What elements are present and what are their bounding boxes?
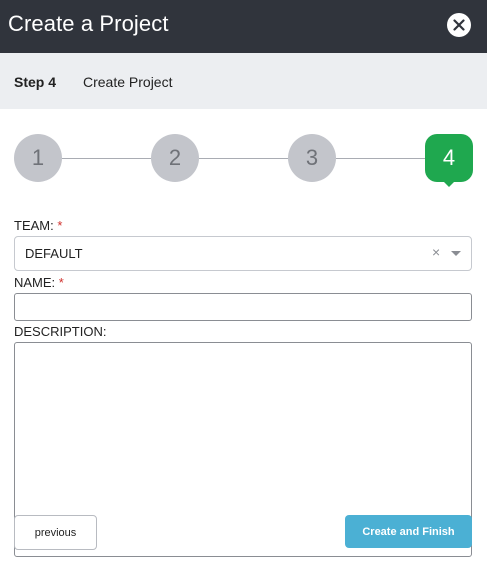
step-connector <box>62 158 151 159</box>
step-2-circle[interactable]: 2 <box>151 134 199 182</box>
step-number-label: Step 4 <box>14 74 57 90</box>
close-icon <box>453 19 465 31</box>
step-name-label: Create Project <box>83 74 173 90</box>
step-1-circle[interactable]: 1 <box>14 134 62 182</box>
clear-selection-icon[interactable]: × <box>432 244 440 260</box>
name-label: NAME: * <box>14 275 64 290</box>
step-4-circle-active[interactable]: 4 <box>425 134 473 182</box>
progress-stepper: 1 2 3 4 <box>0 133 487 193</box>
name-required-mark: * <box>58 275 64 290</box>
chevron-down-icon[interactable] <box>451 251 461 256</box>
close-button[interactable] <box>447 13 471 37</box>
step-header-bar: Step 4 Create Project <box>0 53 487 109</box>
project-name-input[interactable] <box>14 293 472 321</box>
step-3-circle[interactable]: 3 <box>288 134 336 182</box>
step-connector <box>199 158 288 159</box>
description-label: DESCRIPTION: <box>14 324 107 339</box>
create-and-finish-button[interactable]: Create and Finish <box>345 515 472 548</box>
step-connector <box>336 158 425 159</box>
dialog-title: Create a Project <box>8 11 169 36</box>
team-label: TEAM: * <box>14 218 62 233</box>
team-label-text: TEAM: <box>14 218 54 233</box>
team-required-mark: * <box>57 218 63 233</box>
team-select[interactable]: DEFAULT × <box>14 236 472 271</box>
team-select-value: DEFAULT <box>25 246 83 261</box>
active-step-pointer <box>442 180 456 187</box>
previous-button[interactable]: previous <box>14 515 97 550</box>
name-label-text: NAME: <box>14 275 56 290</box>
dialog-header: Create a Project <box>0 0 487 53</box>
